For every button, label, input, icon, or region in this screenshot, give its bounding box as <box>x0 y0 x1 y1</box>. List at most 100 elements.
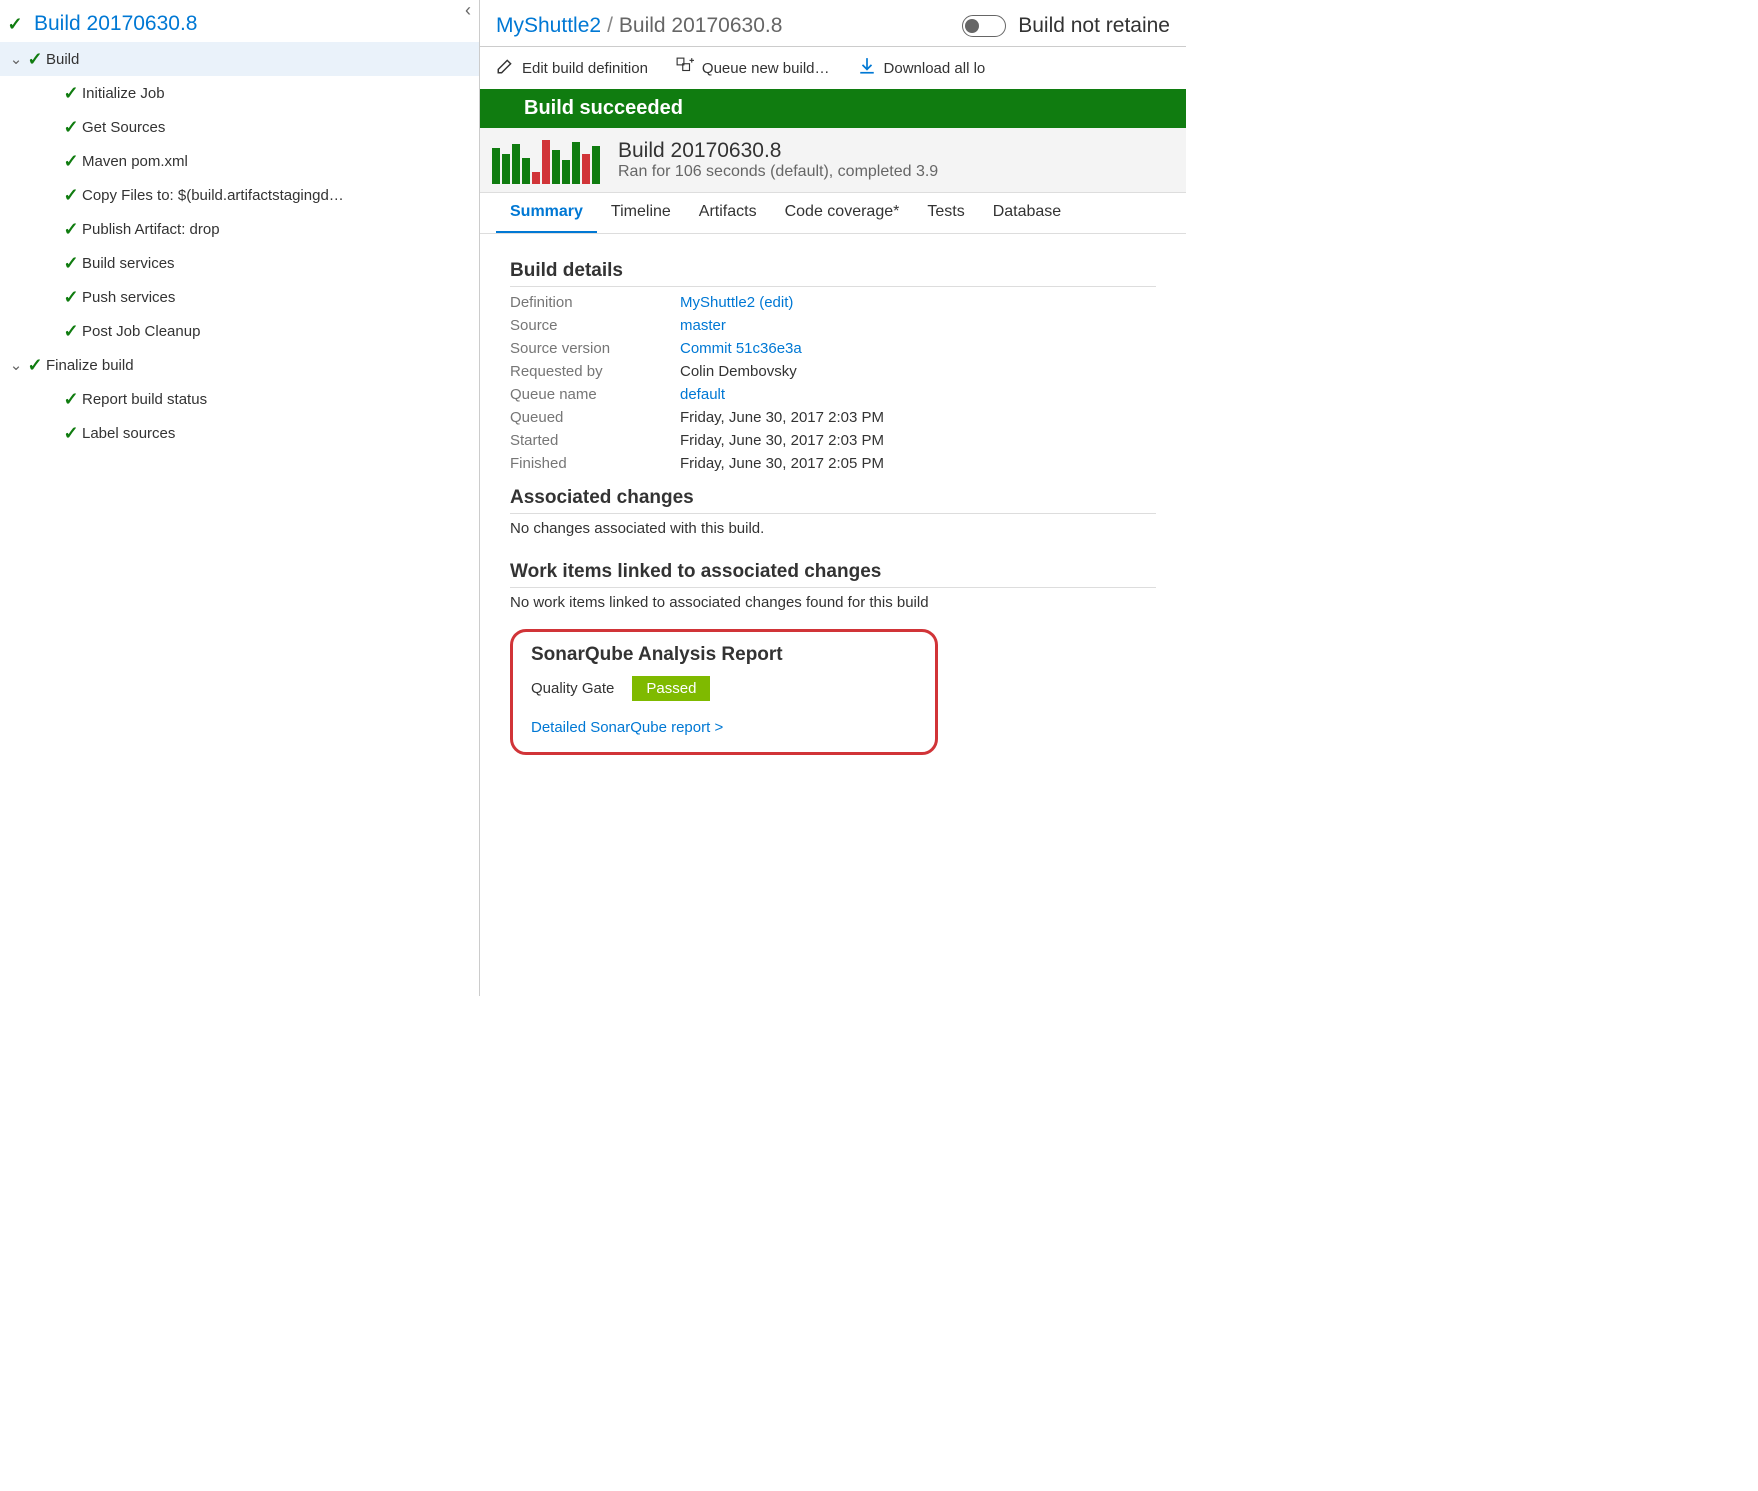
check-icon: ✓ <box>60 321 82 342</box>
summary-subtitle: Ran for 106 seconds (default), completed… <box>618 163 938 181</box>
tree-step[interactable]: ✓Label sources <box>0 416 479 450</box>
detail-value[interactable]: MyShuttle2 (edit) <box>680 294 793 311</box>
tree-step[interactable]: ✓Initialize Job <box>0 76 479 110</box>
tab-artifacts[interactable]: Artifacts <box>685 193 771 233</box>
queue-build-button[interactable]: Queue new build… <box>676 57 830 79</box>
build-details-table: DefinitionMyShuttle2 (edit)SourcemasterS… <box>510 286 1156 475</box>
tab-database[interactable]: Database <box>979 193 1076 233</box>
detail-value[interactable]: master <box>680 317 726 334</box>
project-link[interactable]: MyShuttle2 <box>496 14 601 38</box>
detail-key: Finished <box>510 455 680 472</box>
detail-row: Queue namedefault <box>510 383 1156 406</box>
detail-row: Sourcemaster <box>510 314 1156 337</box>
check-icon: ✓ <box>60 185 82 206</box>
histogram-bar <box>542 140 550 184</box>
detail-key: Queued <box>510 409 680 426</box>
sonar-report-box: SonarQube Analysis Report Quality Gate P… <box>510 629 938 755</box>
histogram-bar <box>512 144 520 184</box>
tabs-bar: Summary Timeline Artifacts Code coverage… <box>480 193 1186 234</box>
summary-header: Build 20170630.8 Ran for 106 seconds (de… <box>480 128 1186 193</box>
retain-toggle[interactable]: Build not retaine <box>962 14 1170 38</box>
tab-tests[interactable]: Tests <box>913 193 978 233</box>
changes-heading: Associated changes <box>510 487 1156 509</box>
detail-key: Source version <box>510 340 680 357</box>
check-icon: ✓ <box>60 83 82 104</box>
detail-key: Queue name <box>510 386 680 403</box>
tree-step[interactable]: ✓Publish Artifact: drop <box>0 212 479 246</box>
detail-row: StartedFriday, June 30, 2017 2:03 PM <box>510 429 1156 452</box>
sonar-detail-link[interactable]: Detailed SonarQube report > <box>531 719 917 736</box>
build-title-row[interactable]: ✓ Build 20170630.8 <box>0 0 479 42</box>
tree-step[interactable]: ✓Copy Files to: $(build.artifactstagingd… <box>0 178 479 212</box>
tab-summary[interactable]: Summary <box>496 193 597 233</box>
detail-row: QueuedFriday, June 30, 2017 2:03 PM <box>510 406 1156 429</box>
check-icon: ✓ <box>4 14 26 35</box>
tree-step[interactable]: ✓Push services <box>0 280 479 314</box>
summary-content: Build details DefinitionMyShuttle2 (edit… <box>480 234 1186 769</box>
chevron-down-icon: ⌄ <box>8 50 24 68</box>
check-icon: ✓ <box>60 423 82 444</box>
download-logs-button[interactable]: Download all lo <box>858 57 986 79</box>
sonar-heading: SonarQube Analysis Report <box>531 644 917 666</box>
check-icon: ✓ <box>24 49 46 70</box>
build-details-heading: Build details <box>510 260 1156 282</box>
build-steps-panel: ‹ ✓ Build 20170630.8 ⌄ ✓ Build ✓Initiali… <box>0 0 480 996</box>
tree-group-finalize[interactable]: ⌄ ✓ Finalize build <box>0 348 479 382</box>
quality-gate-badge: Passed <box>632 676 710 701</box>
pencil-icon <box>496 57 514 79</box>
changes-text: No changes associated with this build. <box>510 513 1156 549</box>
tree-step[interactable]: ✓Maven pom.xml <box>0 144 479 178</box>
histogram-bar <box>592 146 600 184</box>
check-icon: ✓ <box>60 219 82 240</box>
histogram-bar <box>562 160 570 184</box>
detail-key: Requested by <box>510 363 680 380</box>
actions-bar: Edit build definition Queue new build… D… <box>480 47 1186 89</box>
detail-value: Friday, June 30, 2017 2:03 PM <box>680 432 884 449</box>
build-title-text: Build 20170630.8 <box>34 12 197 36</box>
download-icon <box>858 57 876 79</box>
detail-key: Definition <box>510 294 680 311</box>
retain-label: Build not retaine <box>1018 14 1170 38</box>
check-icon: ✓ <box>60 117 82 138</box>
histogram-bar <box>502 154 510 184</box>
check-icon: ✓ <box>60 151 82 172</box>
queue-icon <box>676 57 694 79</box>
detail-value: Friday, June 30, 2017 2:03 PM <box>680 409 884 426</box>
build-histogram <box>492 136 602 184</box>
histogram-bar <box>572 142 580 184</box>
status-bar: Build succeeded <box>480 89 1186 128</box>
histogram-bar <box>492 148 500 184</box>
edit-definition-button[interactable]: Edit build definition <box>496 57 648 79</box>
histogram-bar <box>552 150 560 184</box>
detail-row: DefinitionMyShuttle2 (edit) <box>510 291 1156 314</box>
check-icon: ✓ <box>60 287 82 308</box>
collapse-left-icon[interactable]: ‹ <box>465 0 471 21</box>
detail-value[interactable]: default <box>680 386 725 403</box>
check-icon: ✓ <box>60 253 82 274</box>
tree-step[interactable]: ✓Post Job Cleanup <box>0 314 479 348</box>
tab-coverage[interactable]: Code coverage* <box>771 193 914 233</box>
tree-step[interactable]: ✓Report build status <box>0 382 479 416</box>
histogram-bar <box>532 172 540 184</box>
tree-group-build[interactable]: ⌄ ✓ Build <box>0 42 479 76</box>
quality-gate-label: Quality Gate <box>531 680 614 697</box>
detail-row: Source versionCommit 51c36e3a <box>510 337 1156 360</box>
detail-value: Friday, June 30, 2017 2:05 PM <box>680 455 884 472</box>
tree-step[interactable]: ✓Build services <box>0 246 479 280</box>
detail-value[interactable]: Commit 51c36e3a <box>680 340 802 357</box>
check-icon: ✓ <box>24 355 46 376</box>
histogram-bar <box>582 154 590 184</box>
chevron-down-icon: ⌄ <box>8 356 24 374</box>
tab-timeline[interactable]: Timeline <box>597 193 685 233</box>
build-tree: ⌄ ✓ Build ✓Initialize Job ✓Get Sources ✓… <box>0 42 479 450</box>
detail-row: FinishedFriday, June 30, 2017 2:05 PM <box>510 452 1156 475</box>
workitems-heading: Work items linked to associated changes <box>510 561 1156 583</box>
build-details-panel: MyShuttle2 / Build 20170630.8 Build not … <box>480 0 1186 996</box>
tree-step[interactable]: ✓Get Sources <box>0 110 479 144</box>
workitems-text: No work items linked to associated chang… <box>510 587 1156 623</box>
check-icon: ✓ <box>60 389 82 410</box>
detail-value: Colin Dembovsky <box>680 363 797 380</box>
breadcrumb: MyShuttle2 / Build 20170630.8 Build not … <box>480 0 1186 47</box>
toggle-switch[interactable] <box>962 15 1006 37</box>
histogram-bar <box>522 158 530 184</box>
